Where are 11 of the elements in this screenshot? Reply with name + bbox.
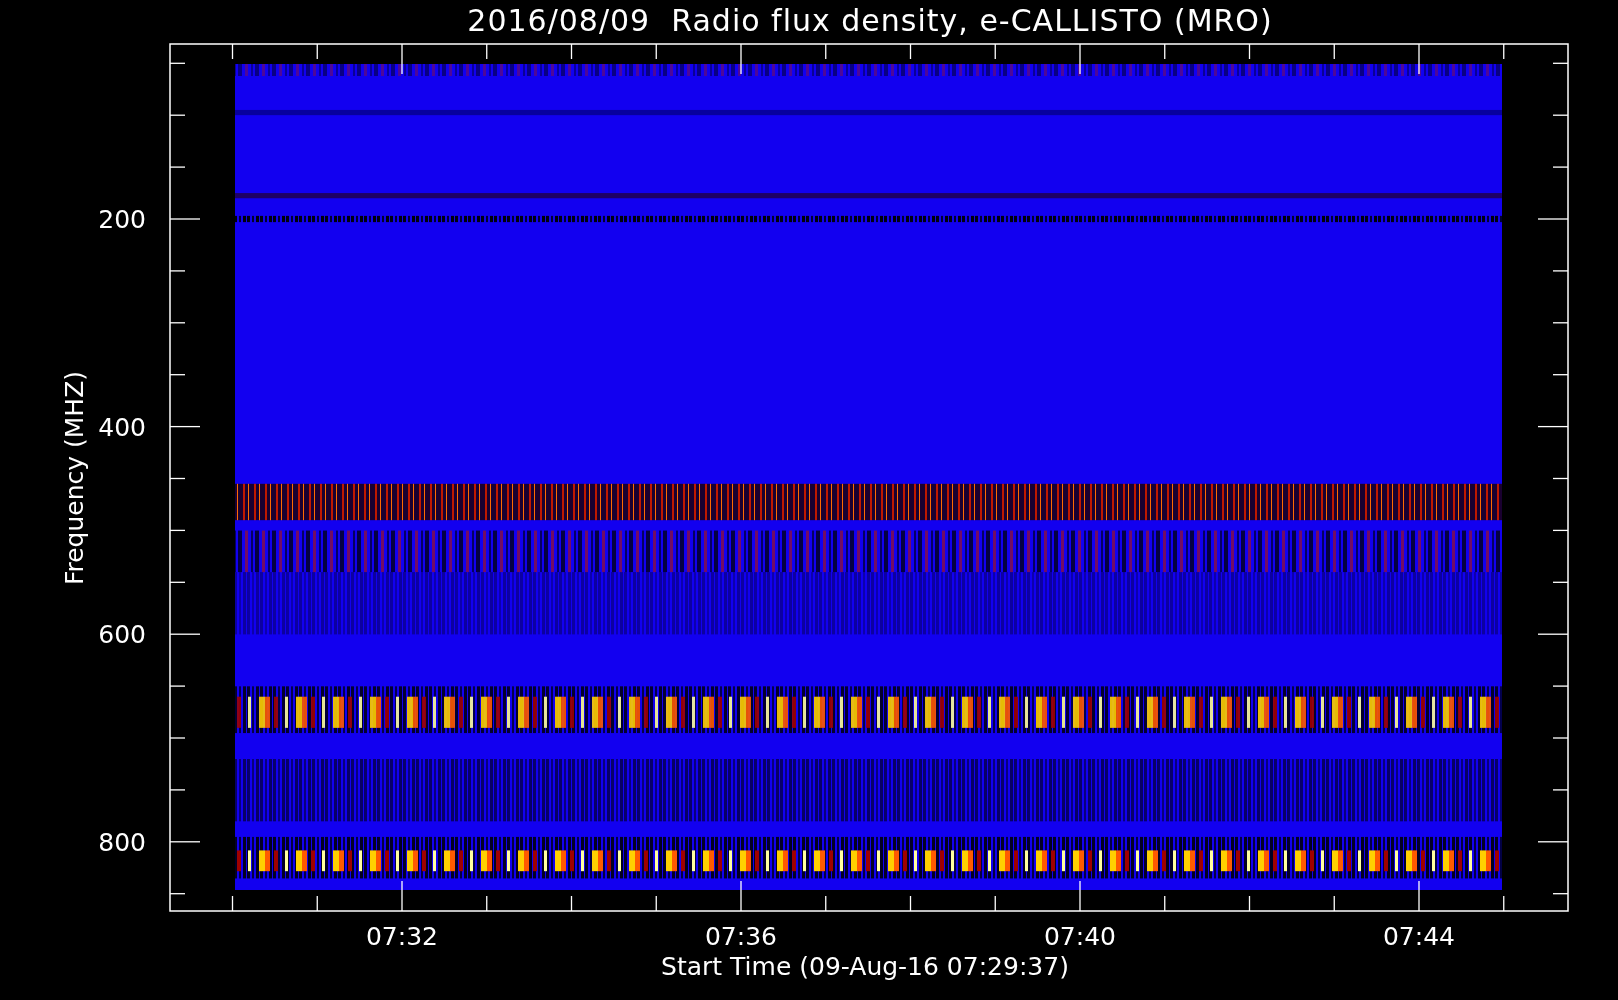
y-axis-label: Frequency (MHZ)	[60, 370, 89, 586]
y-tick-label: 200	[98, 205, 146, 234]
x-tick-label: 07:40	[1044, 922, 1116, 951]
chart-title: 2016/08/09 Radio flux density, e-CALLISTO (MRO)	[467, 3, 1273, 38]
x-tick-label: 07:32	[366, 922, 438, 951]
y-tick-label: 800	[98, 828, 146, 858]
x-axis-label: Start Time (09-Aug-16 07:29:37)	[661, 952, 1069, 981]
y-tick-label: 400	[98, 412, 146, 442]
x-tick-label: 07:36	[705, 922, 777, 951]
y-tick-label: 600	[98, 620, 146, 650]
x-tick-label: 07:44	[1383, 922, 1455, 951]
